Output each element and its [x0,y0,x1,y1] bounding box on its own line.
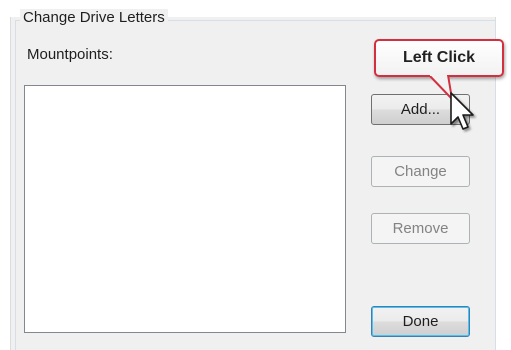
mountpoints-list[interactable] [24,85,346,333]
left-click-callout: Left Click [374,39,504,77]
arrow-pointer-icon [450,92,474,130]
mountpoints-label: Mountpoints: [27,46,113,63]
groupbox-title: Change Drive Letters [20,9,168,27]
change-drive-letters-dialog: Change Drive Letters Mountpoints: Add...… [0,0,511,350]
remove-button[interactable]: Remove [371,213,470,244]
done-button[interactable]: Done [371,306,470,337]
change-button[interactable]: Change [371,156,470,187]
